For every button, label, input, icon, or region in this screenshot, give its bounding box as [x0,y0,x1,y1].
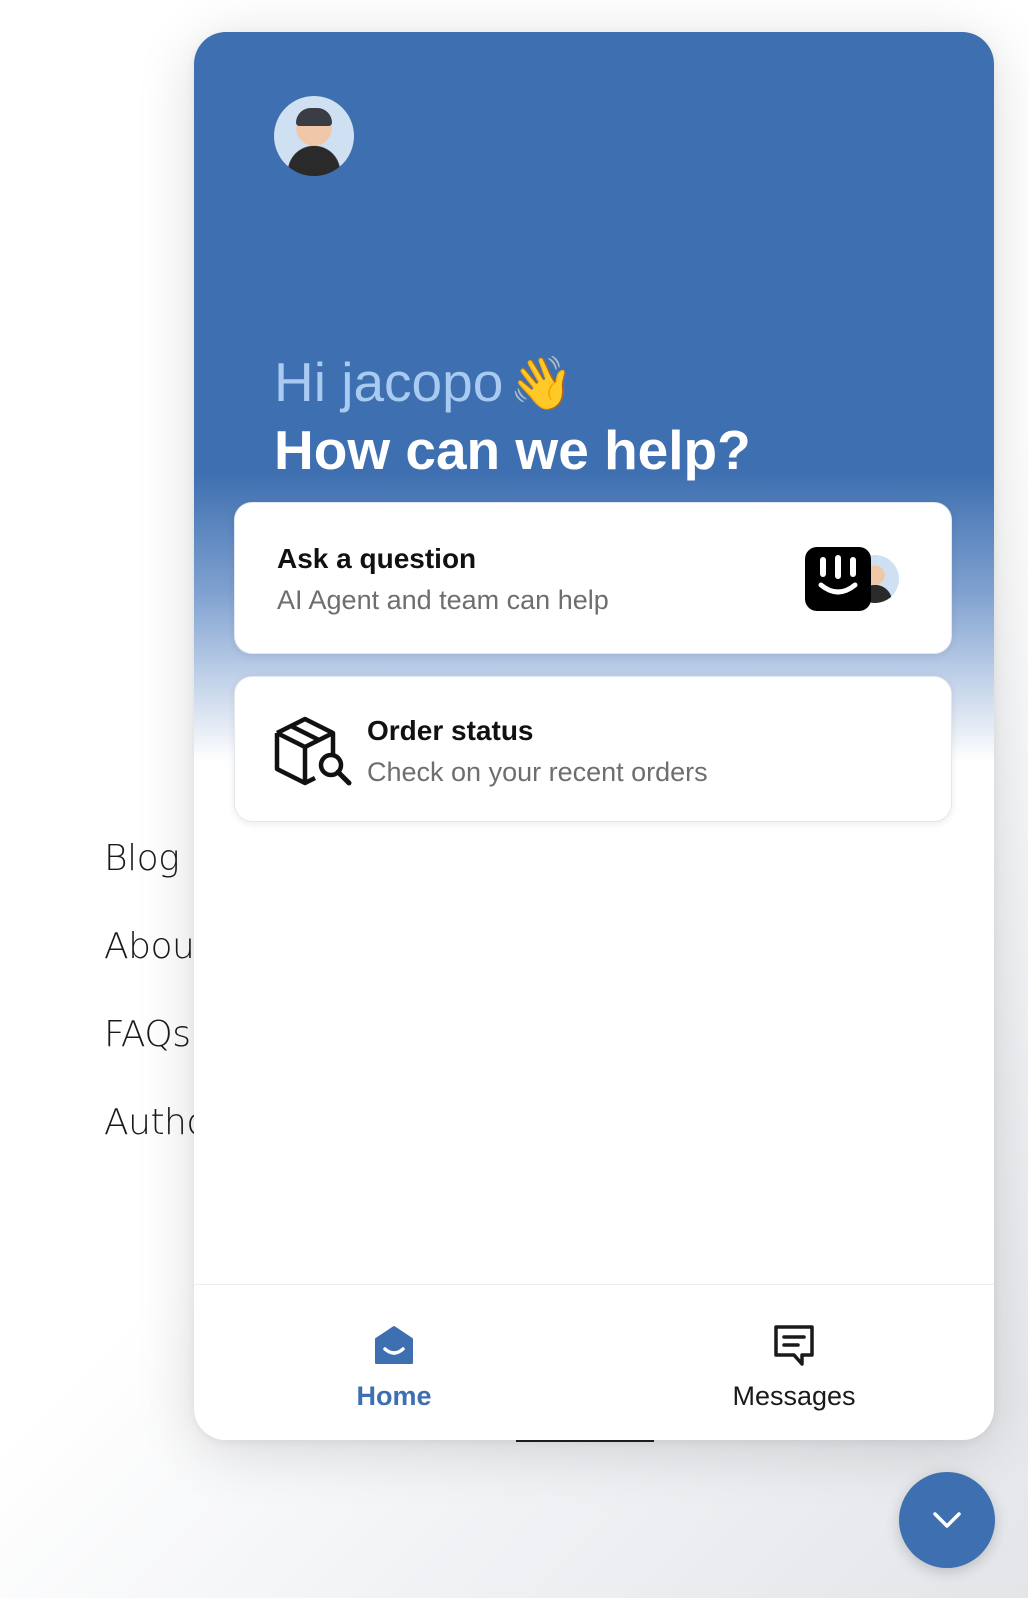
home-icon [372,1323,416,1367]
avatar-cap [296,108,332,126]
tab-home-label: Home [356,1381,432,1411]
ask-question-title: Ask a question [277,543,477,574]
messenger-launcher-button[interactable] [899,1472,995,1568]
order-status-card[interactable]: Order status Check on your recent orders [234,676,952,822]
order-status-title: Order status [367,715,534,746]
messenger-panel: Hi jacopo 👋 How can we help? Ask a questi… [194,32,994,1440]
ai-agent-icon [805,547,871,611]
waving-hand-icon: 👋 [509,355,575,413]
greeting: Hi jacopo 👋 [274,350,574,414]
tab-messages[interactable]: Messages [594,1285,994,1440]
headline: How can we help? [274,419,751,481]
messenger-header: Hi jacopo 👋 How can we help? Ask a questi… [194,32,994,822]
tab-messages-label: Messages [732,1381,856,1411]
chevron-down-icon [933,1512,961,1528]
greeting-text: Hi jacopo [274,351,504,413]
background-link-underline [516,1440,654,1442]
package-search-icon [273,715,353,787]
agent-avatar [274,96,354,176]
chat-bubble-icon [772,1323,816,1367]
ask-question-subtitle: AI Agent and team can help [277,585,609,615]
tab-home[interactable]: Home [194,1285,594,1440]
ask-question-card[interactable]: Ask a question AI Agent and team can hel… [234,502,952,654]
order-status-subtitle: Check on your recent orders [367,757,708,787]
messenger-tab-bar: Home Messages [194,1284,994,1440]
